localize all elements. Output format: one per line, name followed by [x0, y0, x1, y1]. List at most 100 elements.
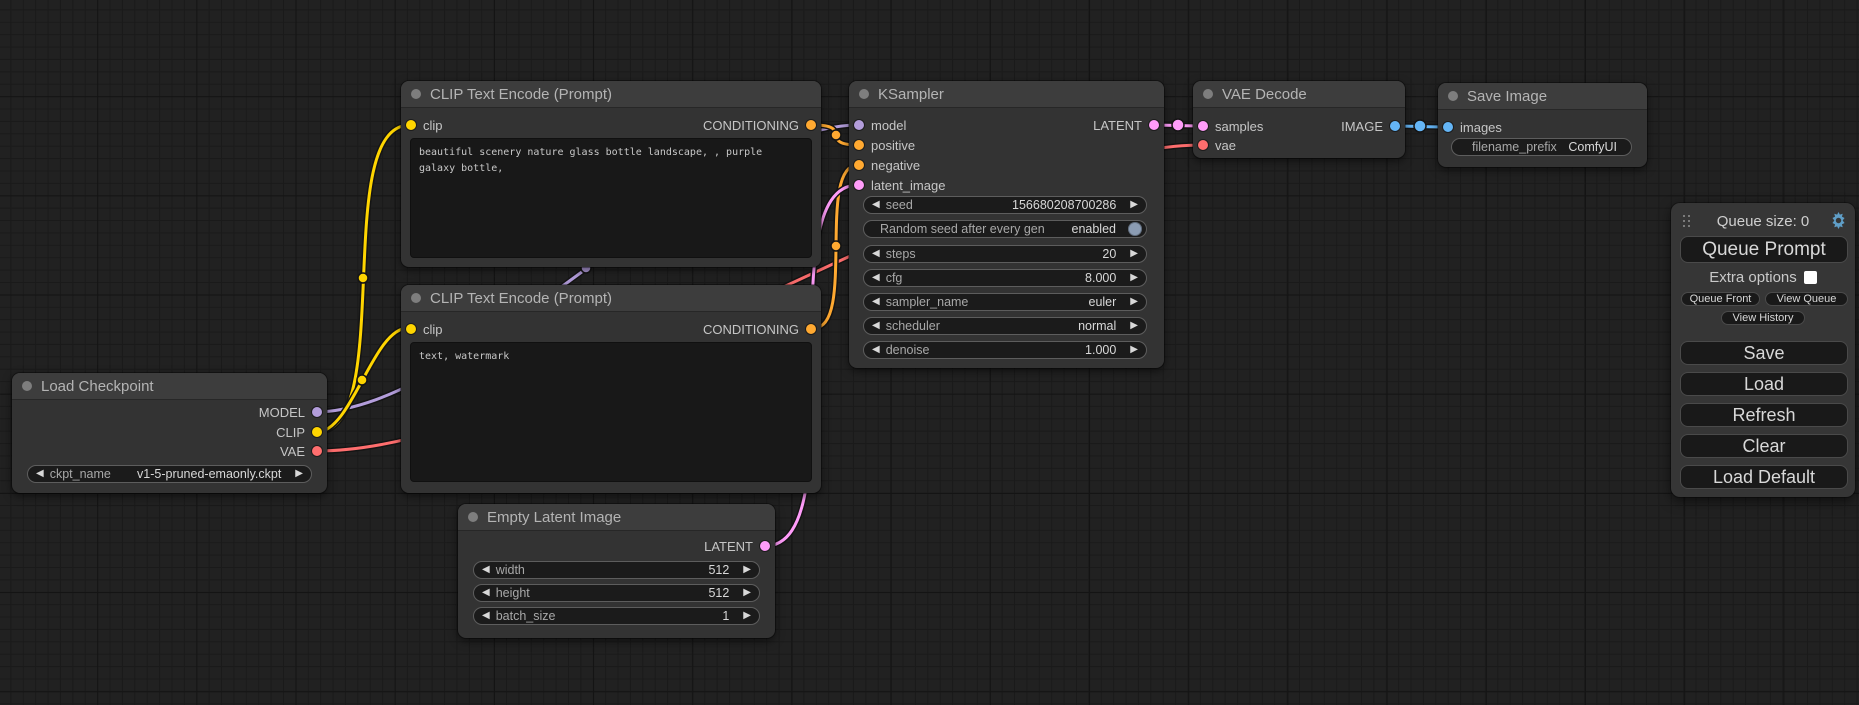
clip-output-dot[interactable]: [312, 427, 322, 437]
node-save-image[interactable]: Save Image images filename_prefix ComfyU…: [1438, 83, 1647, 167]
decrement-icon[interactable]: ◀: [872, 200, 880, 210]
clip-input-dot[interactable]: [406, 120, 416, 130]
slot-label: CLIP: [276, 425, 305, 440]
widget-value: 512: [708, 563, 729, 577]
node-empty-latent-image[interactable]: Empty Latent Image LATENT ◀ width 512 ▶ …: [458, 504, 775, 638]
widget-height[interactable]: ◀ height 512 ▶: [473, 584, 760, 602]
node-clip-text-encode-positive[interactable]: CLIP Text Encode (Prompt) clip CONDITION…: [401, 81, 821, 267]
model-output-dot[interactable]: [312, 407, 322, 417]
widget-sampler-name[interactable]: ◀ sampler_name euler ▶: [863, 293, 1147, 311]
refresh-button[interactable]: Refresh: [1680, 403, 1848, 427]
collapse-dot-icon[interactable]: [22, 381, 32, 391]
queue-front-button[interactable]: Queue Front: [1681, 292, 1760, 306]
decrement-icon[interactable]: ◀: [872, 273, 880, 283]
queue-prompt-button[interactable]: Queue Prompt: [1680, 236, 1848, 263]
widget-value: 20: [1102, 247, 1116, 261]
decrement-icon[interactable]: ◀: [36, 469, 44, 479]
node-ksampler[interactable]: KSampler model positive negative latent_…: [849, 81, 1164, 368]
positive-input-dot[interactable]: [854, 140, 864, 150]
widget-denoise[interactable]: ◀ denoise 1.000 ▶: [863, 341, 1147, 359]
node-header[interactable]: VAE Decode: [1193, 81, 1405, 108]
increment-icon[interactable]: ▶: [1130, 321, 1138, 331]
node-load-checkpoint[interactable]: Load Checkpoint MODEL CLIP VAE ◀ ckpt_na…: [12, 373, 327, 493]
increment-icon[interactable]: ▶: [743, 588, 751, 598]
settings-gear-icon[interactable]: [1830, 212, 1847, 229]
slot-label: negative: [871, 158, 920, 173]
queue-panel[interactable]: Queue size: 0 Queue Prompt Extra options…: [1671, 203, 1855, 497]
widget-seed[interactable]: ◀ seed 156680208700286 ▶: [863, 196, 1147, 214]
clip-input-dot[interactable]: [406, 324, 416, 334]
widget-steps[interactable]: ◀ steps 20 ▶: [863, 245, 1147, 263]
vae-output-dot[interactable]: [312, 446, 322, 456]
decrement-icon[interactable]: ◀: [482, 588, 490, 598]
latent-output-dot[interactable]: [1149, 120, 1159, 130]
widget-scheduler[interactable]: ◀ scheduler normal ▶: [863, 317, 1147, 335]
increment-icon[interactable]: ▶: [1130, 249, 1138, 259]
clear-button[interactable]: Clear: [1680, 434, 1848, 458]
extra-options-checkbox[interactable]: [1804, 271, 1817, 284]
positive-prompt-textarea[interactable]: beautiful scenery nature glass bottle la…: [410, 138, 812, 258]
increment-icon[interactable]: ▶: [743, 611, 751, 621]
decrement-icon[interactable]: ◀: [872, 345, 880, 355]
output-clip: CLIP: [276, 424, 322, 440]
widget-random-seed-toggle[interactable]: Random seed after every gen enabled: [863, 220, 1147, 238]
images-input-dot[interactable]: [1443, 122, 1453, 132]
increment-icon[interactable]: ▶: [1130, 297, 1138, 307]
image-output-dot[interactable]: [1390, 121, 1400, 131]
widget-value: normal: [1078, 319, 1116, 333]
load-button[interactable]: Load: [1680, 372, 1848, 396]
save-button[interactable]: Save: [1680, 341, 1848, 365]
slot-label: CONDITIONING: [703, 118, 799, 133]
model-input-dot[interactable]: [854, 120, 864, 130]
negative-input-dot[interactable]: [854, 160, 864, 170]
node-header[interactable]: KSampler: [849, 81, 1164, 108]
node-header[interactable]: CLIP Text Encode (Prompt): [401, 81, 821, 108]
widget-ckpt-name[interactable]: ◀ ckpt_name v1-5-pruned-emaonly.ckpt ▶: [27, 465, 312, 483]
node-header[interactable]: Empty Latent Image: [458, 504, 775, 531]
negative-prompt-textarea[interactable]: text, watermark: [410, 342, 812, 482]
widget-value: v1-5-pruned-emaonly.ckpt: [137, 467, 281, 481]
node-header[interactable]: CLIP Text Encode (Prompt): [401, 285, 821, 312]
increment-icon[interactable]: ▶: [1130, 273, 1138, 283]
node-header[interactable]: Save Image: [1438, 83, 1647, 110]
widget-width[interactable]: ◀ width 512 ▶: [473, 561, 760, 579]
collapse-dot-icon[interactable]: [1203, 89, 1213, 99]
toggle-dot-icon[interactable]: [1128, 222, 1142, 236]
widget-label: steps: [886, 247, 916, 261]
decrement-icon[interactable]: ◀: [872, 249, 880, 259]
input-images: images: [1443, 119, 1502, 135]
collapse-dot-icon[interactable]: [1448, 91, 1458, 101]
view-queue-button[interactable]: View Queue: [1765, 292, 1848, 306]
node-title: Empty Latent Image: [487, 509, 621, 526]
node-vae-decode[interactable]: VAE Decode samples vae IMAGE: [1193, 81, 1405, 158]
conditioning-output-dot[interactable]: [806, 120, 816, 130]
decrement-icon[interactable]: ◀: [482, 611, 490, 621]
widget-cfg[interactable]: ◀ cfg 8.000 ▶: [863, 269, 1147, 287]
increment-icon[interactable]: ▶: [1130, 345, 1138, 355]
widget-batch-size[interactable]: ◀ batch_size 1 ▶: [473, 607, 760, 625]
increment-icon[interactable]: ▶: [743, 565, 751, 575]
collapse-dot-icon[interactable]: [411, 293, 421, 303]
view-history-button[interactable]: View History: [1721, 311, 1805, 325]
load-default-button[interactable]: Load Default: [1680, 465, 1848, 489]
conditioning-output-dot[interactable]: [806, 324, 816, 334]
latent-image-input-dot[interactable]: [854, 180, 864, 190]
samples-input-dot[interactable]: [1198, 121, 1208, 131]
increment-icon[interactable]: ▶: [295, 469, 303, 479]
node-header[interactable]: Load Checkpoint: [12, 373, 327, 400]
increment-icon[interactable]: ▶: [1130, 200, 1138, 210]
decrement-icon[interactable]: ◀: [872, 297, 880, 307]
widget-label: height: [496, 586, 530, 600]
vae-input-dot[interactable]: [1198, 140, 1208, 150]
collapse-dot-icon[interactable]: [859, 89, 869, 99]
widget-filename-prefix[interactable]: filename_prefix ComfyUI: [1451, 138, 1632, 156]
decrement-icon[interactable]: ◀: [872, 321, 880, 331]
latent-output-dot[interactable]: [760, 541, 770, 551]
drag-handle-icon[interactable]: [1683, 215, 1691, 227]
collapse-dot-icon[interactable]: [411, 89, 421, 99]
decrement-icon[interactable]: ◀: [482, 565, 490, 575]
slot-label: IMAGE: [1341, 119, 1383, 134]
collapse-dot-icon[interactable]: [468, 512, 478, 522]
comfyui-canvas[interactable]: { "colors": { "model": "#B39DDB", "clip"…: [0, 0, 1859, 705]
node-clip-text-encode-negative[interactable]: CLIP Text Encode (Prompt) clip CONDITION…: [401, 285, 821, 493]
